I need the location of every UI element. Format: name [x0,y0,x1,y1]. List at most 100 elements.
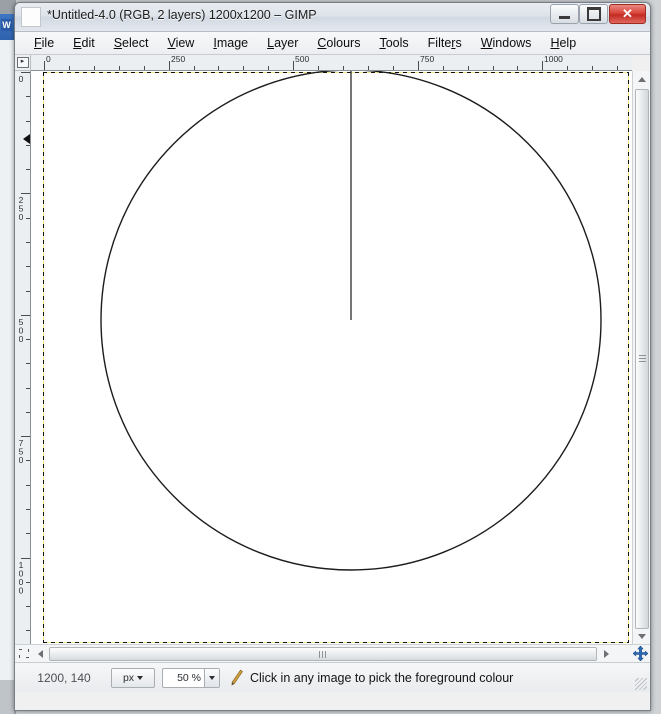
menu-item-tools[interactable]: Tools [370,34,417,52]
navigation-button[interactable] [631,645,649,662]
canvas-drawing [100,71,602,571]
minimize-button[interactable] [550,4,579,24]
status-message: Click in any image to pick the foregroun… [250,670,514,685]
ruler-minor-tick [26,266,30,267]
ruler-minor-tick [567,66,568,70]
menu-item-view[interactable]: View [158,34,203,52]
background-window-taskstrip [0,680,14,714]
menubar: File Edit Select View Image Layer Colours Tools… [15,32,650,55]
ruler-major-tick [21,72,30,73]
vertical-scrollbar[interactable] [632,71,650,644]
chevron-down-icon [637,633,646,639]
horizontal-scrollbar[interactable] [15,644,650,662]
ruler-label: 500 [295,55,310,64]
scroll-down-button[interactable] [633,628,650,644]
menu-item-select[interactable]: Select [105,34,158,52]
resize-grip[interactable] [635,678,647,690]
ruler-minor-tick [26,121,30,122]
ruler-minor-tick [318,66,319,70]
ruler-major-tick [418,61,419,70]
menu-item-filters[interactable]: Filters [419,34,471,52]
gimp-main-window: *Untitled-4.0 (RGB, 2 layers) 1200x1200 … [14,2,651,711]
zoom-select[interactable]: 50 % [162,667,220,688]
ruler-minor-tick [26,145,30,146]
menu-item-file[interactable]: File [25,34,63,52]
horizontal-scrollbar-thumb[interactable] [49,647,597,661]
ruler-minor-tick [26,485,30,486]
ruler-minor-tick [368,66,369,70]
ruler-major-tick [293,61,294,70]
ruler-label: 250 [16,195,26,221]
ruler-label: 750 [16,438,26,464]
background-window-body [0,40,15,680]
quick-mask-toggle-button[interactable] [16,646,31,661]
ruler-minor-tick [26,509,30,510]
chevron-left-icon [37,649,43,658]
chevron-down-icon [137,675,144,680]
ruler-minor-tick [26,582,30,583]
ruler-major-tick [542,61,543,70]
menu-item-colours[interactable]: Colours [308,34,369,52]
move-cross-icon [632,646,648,661]
close-button[interactable]: ✕ [609,4,646,24]
menu-item-image[interactable]: Image [204,34,257,52]
ruler-minor-tick [94,66,95,70]
background-window-icon: W [1,19,12,31]
menu-item-help[interactable]: Help [541,34,585,52]
ruler-minor-tick [268,66,269,70]
scroll-up-button[interactable] [633,71,650,87]
ruler-minor-tick [26,388,30,389]
ruler-minor-tick [343,66,344,70]
ruler-major-tick [169,61,170,70]
pencil-icon [231,669,243,686]
statusbar: 1200, 140 px 50 % Click in any image to … [15,662,650,692]
ruler-label: 0 [16,74,26,83]
ruler-minor-tick [243,66,244,70]
canvas-area: ▸ 0 250 500 750 1000 0 250 500 750 1000 [15,55,650,662]
ruler-minor-tick [517,66,518,70]
ruler-minor-tick [218,66,219,70]
canvas-viewport[interactable] [31,71,632,644]
unit-select[interactable]: px [111,667,155,688]
vertical-scrollbar-thumb[interactable] [635,89,649,629]
scroll-right-button[interactable] [598,646,614,661]
zoom-select-value: 50 % [177,671,201,684]
ruler-minor-tick [194,66,195,70]
zoom-dropdown-button[interactable] [204,668,219,687]
ruler-corner-unit-button[interactable]: ▸ [15,55,31,71]
ruler-minor-tick [26,630,30,631]
ruler-minor-tick [393,66,394,70]
ruler-minor-tick [26,96,30,97]
ruler-minor-tick [493,66,494,70]
ruler-minor-tick [26,291,30,292]
menu-item-windows[interactable]: Windows [472,34,541,52]
ruler-label: 0 [46,55,51,64]
ruler-minor-tick [26,242,30,243]
titlebar[interactable]: *Untitled-4.0 (RGB, 2 layers) 1200x1200 … [15,3,650,32]
ruler-label: 500 [16,317,26,343]
maximize-button[interactable] [579,4,608,24]
ruler-label: 250 [171,55,186,64]
ruler-minor-tick [69,66,70,70]
chevron-down-icon [209,675,215,680]
horizontal-ruler[interactable]: 0 250 500 750 1000 [31,55,632,71]
ruler-major-tick [21,436,30,437]
vertical-ruler[interactable]: 0 250 500 750 1000 [15,71,31,644]
ruler-major-tick [44,61,45,70]
scroll-left-button[interactable] [32,646,48,661]
ruler-major-tick [21,558,30,559]
ruler-label: 750 [420,55,435,64]
ruler-minor-tick [26,460,30,461]
ruler-minor-tick [26,363,30,364]
grip-icon [319,651,328,658]
ruler-minor-tick [443,66,444,70]
grip-icon [639,355,646,363]
ruler-minor-tick [592,66,593,70]
menu-item-layer[interactable]: Layer [258,34,307,52]
ruler-minor-tick [26,533,30,534]
menu-item-edit[interactable]: Edit [64,34,104,52]
maximize-icon [586,7,601,21]
ruler-minor-tick [26,339,30,340]
ruler-label: 1000 [544,55,563,64]
ruler-minor-tick [26,218,30,219]
